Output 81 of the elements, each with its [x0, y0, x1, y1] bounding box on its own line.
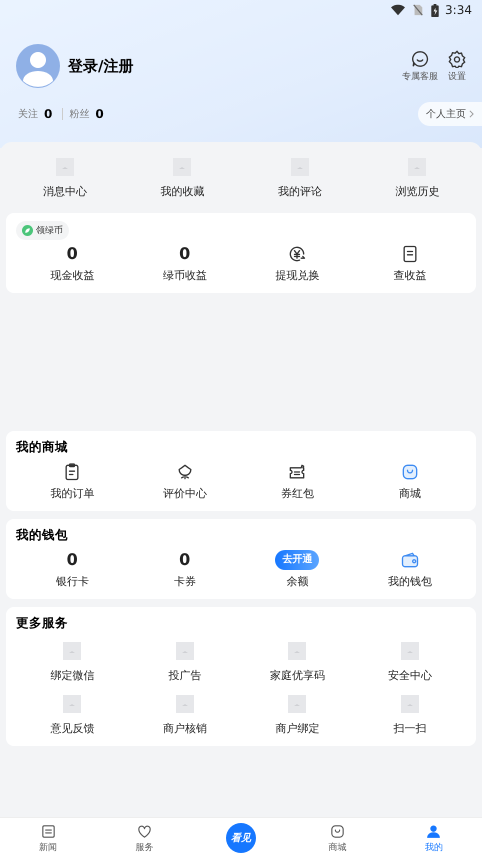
image-placeholder-icon	[290, 158, 309, 176]
status-time: 3:34	[445, 3, 472, 17]
homepage-button[interactable]: 个人主页	[418, 102, 482, 126]
image-placeholder-icon	[408, 158, 426, 176]
image-placeholder-icon	[173, 158, 192, 176]
wallet-label: 银行卡	[56, 574, 89, 589]
section-title: 我的钱包	[16, 527, 69, 544]
stat-count: 0	[95, 107, 104, 121]
earnings-item[interactable]: 0 绿币收益	[128, 244, 241, 283]
nav-tab[interactable]: 新闻	[0, 822, 96, 854]
earnings-amount: 0	[179, 244, 190, 264]
wallet-item[interactable]: 我的钱包	[354, 550, 466, 589]
quick-link[interactable]: 浏览历史	[358, 158, 476, 199]
stat-label: 粉丝	[69, 108, 90, 121]
service-item[interactable]: 商户绑定	[241, 695, 354, 736]
avatar[interactable]	[16, 44, 60, 88]
earnings-label: 提现兑换	[275, 268, 320, 283]
wallet-label: 我的钱包	[388, 574, 432, 589]
customer-service-button[interactable]: 专属客服	[402, 50, 438, 82]
image-placeholder-icon	[400, 695, 419, 713]
image-placeholder-icon	[176, 642, 194, 660]
stat-label: 关注	[18, 108, 38, 121]
section-title: 更多服务	[16, 615, 69, 632]
earnings-label: 现金收益	[50, 268, 94, 283]
earnings-label: 查收益	[393, 268, 426, 283]
quick-link[interactable]: 我的评论	[241, 158, 358, 199]
wallet-amount: 0	[179, 550, 190, 570]
heart-icon	[136, 822, 154, 840]
earnings-amount: 0	[66, 244, 78, 264]
wallet-icon	[400, 550, 420, 570]
service-item[interactable]: 安全中心	[354, 642, 466, 683]
wallet-item[interactable]: 去开通 余额	[241, 550, 354, 589]
earnings-item[interactable]: 查收益	[354, 244, 466, 283]
stat-count: 0	[44, 107, 52, 121]
image-placeholder-icon	[288, 695, 306, 713]
image-placeholder-icon	[400, 642, 419, 660]
wallet-label: 卡券	[174, 574, 196, 589]
mall-item[interactable]: 评价中心	[128, 462, 241, 501]
leaf-icon	[22, 225, 33, 236]
battery-icon	[431, 4, 440, 16]
mall-item[interactable]: 商城	[354, 462, 466, 501]
wallet-amount: 0	[66, 550, 78, 570]
wallet-label: 余额	[286, 574, 308, 589]
earnings-label: 绿币收益	[162, 268, 207, 283]
wallet-item[interactable]: 0 卡券	[128, 550, 241, 589]
badge-label: 领绿币	[36, 224, 63, 237]
wallet-item[interactable]: 0 银行卡	[16, 550, 128, 589]
section-title: 我的商城	[16, 439, 69, 456]
image-placeholder-icon	[56, 158, 74, 176]
settings-button[interactable]: 设置	[448, 50, 466, 82]
image-placeholder-icon	[63, 695, 82, 713]
nav-tab[interactable]: 我的	[386, 822, 482, 854]
mall-item[interactable]: 券红包	[241, 462, 354, 501]
logo-tab[interactable]: 看见	[192, 823, 290, 853]
smiley-chat-icon	[411, 50, 429, 68]
service-item[interactable]: 意见反馈	[16, 695, 128, 736]
quick-link[interactable]: 我的收藏	[124, 158, 241, 199]
login-register-link[interactable]: 登录/注册	[68, 56, 394, 76]
shopping-bag-icon	[328, 822, 346, 840]
yuan-exchange-icon	[287, 244, 308, 264]
earnings-item[interactable]: 提现兑换	[241, 244, 354, 283]
service-item[interactable]: 扫一扫	[354, 695, 466, 736]
mall-item[interactable]: 我的订单	[16, 462, 128, 501]
wifi-icon	[391, 4, 406, 16]
image-placeholder-icon	[63, 642, 82, 660]
nav-tab[interactable]: 服务	[96, 822, 193, 854]
service-item[interactable]: 商户核销	[128, 695, 241, 736]
person-icon	[425, 822, 442, 840]
newspaper-icon	[40, 822, 57, 840]
service-item[interactable]: 家庭优享码	[241, 642, 354, 683]
nav-tab[interactable]: 商城	[289, 822, 386, 854]
image-placeholder-icon	[176, 695, 194, 713]
settings-icon	[448, 50, 466, 68]
coin-reward-badge[interactable]: 领绿币	[16, 221, 69, 240]
image-placeholder-icon	[288, 642, 306, 660]
service-item[interactable]: 绑定微信	[16, 642, 128, 683]
no-sim-icon	[411, 4, 426, 16]
service-item[interactable]: 投广告	[128, 642, 241, 683]
earnings-item[interactable]: 0 现金收益	[16, 244, 128, 283]
quick-link[interactable]: 消息中心	[6, 158, 124, 199]
chevron-right-icon	[469, 110, 474, 118]
